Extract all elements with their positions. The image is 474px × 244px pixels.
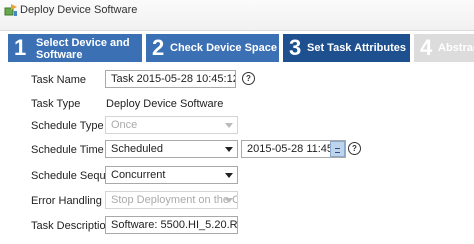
step-check-space[interactable]: 2 Check Device Space — [146, 34, 279, 62]
schedule-time-value: Scheduled — [111, 143, 163, 155]
chevron-down-icon — [225, 173, 233, 178]
step-number: 2 — [152, 35, 165, 60]
schedule-type-label: Schedule Type — [31, 120, 104, 132]
error-handling-label: Error Handling — [31, 195, 102, 207]
step-abstract[interactable]: 4 Abstract — [414, 34, 474, 62]
step-label: Abstract — [438, 42, 474, 54]
title-bar: Deploy Device Software — [0, 0, 474, 31]
schedule-time-select[interactable]: Scheduled — [105, 140, 238, 158]
task-name-help-icon[interactable]: ? — [242, 72, 255, 85]
task-description-input[interactable]: Software: 5500.HI_5.20.R5501P10.zip — [105, 216, 238, 234]
schedule-sequence-select[interactable]: Concurrent — [105, 166, 238, 184]
step-label: Select Device and Software — [36, 37, 130, 61]
chevron-down-icon — [225, 147, 233, 152]
schedule-time-label: Schedule Time — [31, 144, 104, 156]
deploy-software-icon — [4, 4, 17, 16]
step-set-attributes[interactable]: 3 Set Task Attributes — [283, 34, 410, 62]
step-label: Check Device Space — [170, 42, 278, 54]
task-type-value: Deploy Device Software — [106, 98, 224, 110]
schedule-type-value: Once — [111, 119, 138, 131]
error-handling-select: Stop Deployment on the Current Device — [105, 191, 238, 209]
wizard-steps: 1 Select Device and Software 2 Check Devi… — [4, 34, 474, 62]
step-label: Set Task Attributes — [307, 42, 407, 54]
step-number: 3 — [289, 35, 302, 60]
task-type-label: Task Type — [31, 98, 81, 110]
task-description-label: Task Description — [31, 220, 112, 232]
schedule-type-select: Once — [105, 116, 238, 134]
schedule-sequence-value: Concurrent — [111, 169, 166, 181]
step-number: 1 — [14, 35, 27, 60]
chevron-down-icon — [225, 198, 233, 203]
step-number: 4 — [420, 35, 433, 60]
calendar-picker-button[interactable] — [330, 141, 345, 157]
window-title: Deploy Device Software — [20, 4, 138, 16]
error-handling-value: Stop Deployment on the Current Device — [111, 194, 237, 206]
task-name-label: Task Name — [31, 74, 87, 86]
step-select-device[interactable]: 1 Select Device and Software — [8, 34, 142, 62]
task-name-input[interactable]: Task 2015-05-28 10:45:12 — [105, 70, 236, 88]
schedule-time-help-icon[interactable]: ? — [348, 142, 361, 155]
chevron-down-icon — [225, 123, 233, 128]
calendar-icon — [335, 148, 340, 153]
